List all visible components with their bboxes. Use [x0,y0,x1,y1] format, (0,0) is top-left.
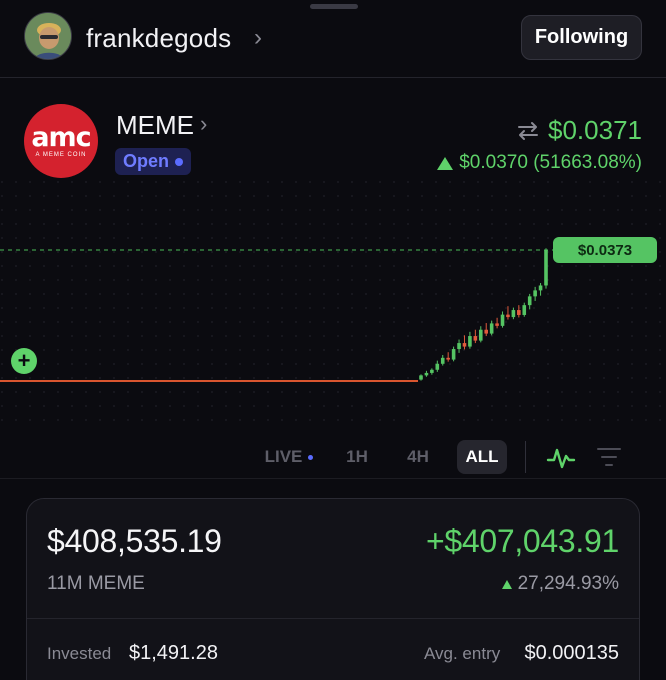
app-frame: frankdegods › Following amc A MEME COIN … [0,0,666,680]
up-triangle-icon [437,156,454,170]
coin-logo-subtext: A MEME COIN [35,151,87,158]
price-change: $0.0370 (51663.08%) [459,152,642,173]
candle-body [462,343,467,347]
candle-body [440,357,445,364]
position-card[interactable]: $408,535.19 +$407,043.91 11M MEME 27,294… [26,498,640,680]
price-block: $0.0371 $0.0370 (51663.08%) [437,115,642,174]
add-plus-button[interactable]: + [11,348,37,374]
candle-body [446,357,450,360]
current-price: $0.0371 [548,115,642,145]
candle-body [473,336,478,341]
range-all[interactable]: ALL [457,440,507,474]
market-status-label: Open [123,151,170,171]
position-return: 27,294.93% [501,573,619,595]
candle-body [506,314,510,318]
candle-body [500,314,505,326]
following-button[interactable]: Following [521,15,642,60]
candle-body [430,369,434,373]
profile-header: frankdegods › Following [0,0,666,78]
price-chart[interactable] [0,180,666,430]
range-1h[interactable]: 1H [342,440,372,474]
candle-body [435,363,440,370]
candle-body [511,310,516,318]
filter-icon[interactable] [596,446,622,468]
position-percent: 27,294.93% [517,573,619,594]
candle-body [544,250,548,286]
status-dot-icon [175,157,184,166]
range-live-label: LIVE [264,447,303,466]
avg-entry-label: Avg. entry [424,644,501,663]
current-price-tag: $0.0373 [553,237,657,263]
invested-label: Invested [47,644,112,663]
line-chart-icon[interactable] [546,444,576,472]
swap-arrows-icon[interactable] [516,121,540,141]
chevron-right-icon[interactable]: › [254,24,262,52]
candle-body [457,343,461,350]
avatar-illustration [25,13,71,59]
invested-value: $1,491.28 [129,642,218,664]
candle-body [522,305,527,315]
candle-body [484,329,489,334]
market-status-badge: Open [115,148,192,175]
candle-body [468,336,472,347]
position-quantity: 11M MEME [47,573,145,594]
candle-body [489,323,494,334]
coin-ticker[interactable]: MEME [116,110,194,141]
card-divider [27,618,639,619]
live-dot-icon [308,454,314,460]
candle-body [419,375,423,380]
section-divider [0,478,666,479]
chart-grid [0,180,666,430]
coin-logo-text: amc [31,121,91,153]
position-value: $408,535.19 [47,523,222,559]
range-4h[interactable]: 4H [401,440,435,474]
candle-body [495,323,499,326]
coin-logo[interactable]: amc A MEME COIN [24,104,98,178]
candle-body [527,296,532,306]
up-triangle-icon [501,579,512,589]
candle-body [533,290,537,297]
chevron-right-icon[interactable]: › [200,111,207,137]
candle-body [517,310,521,315]
range-live[interactable]: LIVE [259,440,319,474]
candle-body [538,285,543,291]
toolbar-divider [525,441,526,473]
avg-entry-value: $0.000135 [524,642,619,664]
candle-body [451,349,456,360]
avatar[interactable] [24,12,72,60]
position-profit: +$407,043.91 [425,523,619,559]
candle-body [478,329,483,341]
candle-body [424,372,429,376]
username[interactable]: frankdegods [86,23,231,54]
